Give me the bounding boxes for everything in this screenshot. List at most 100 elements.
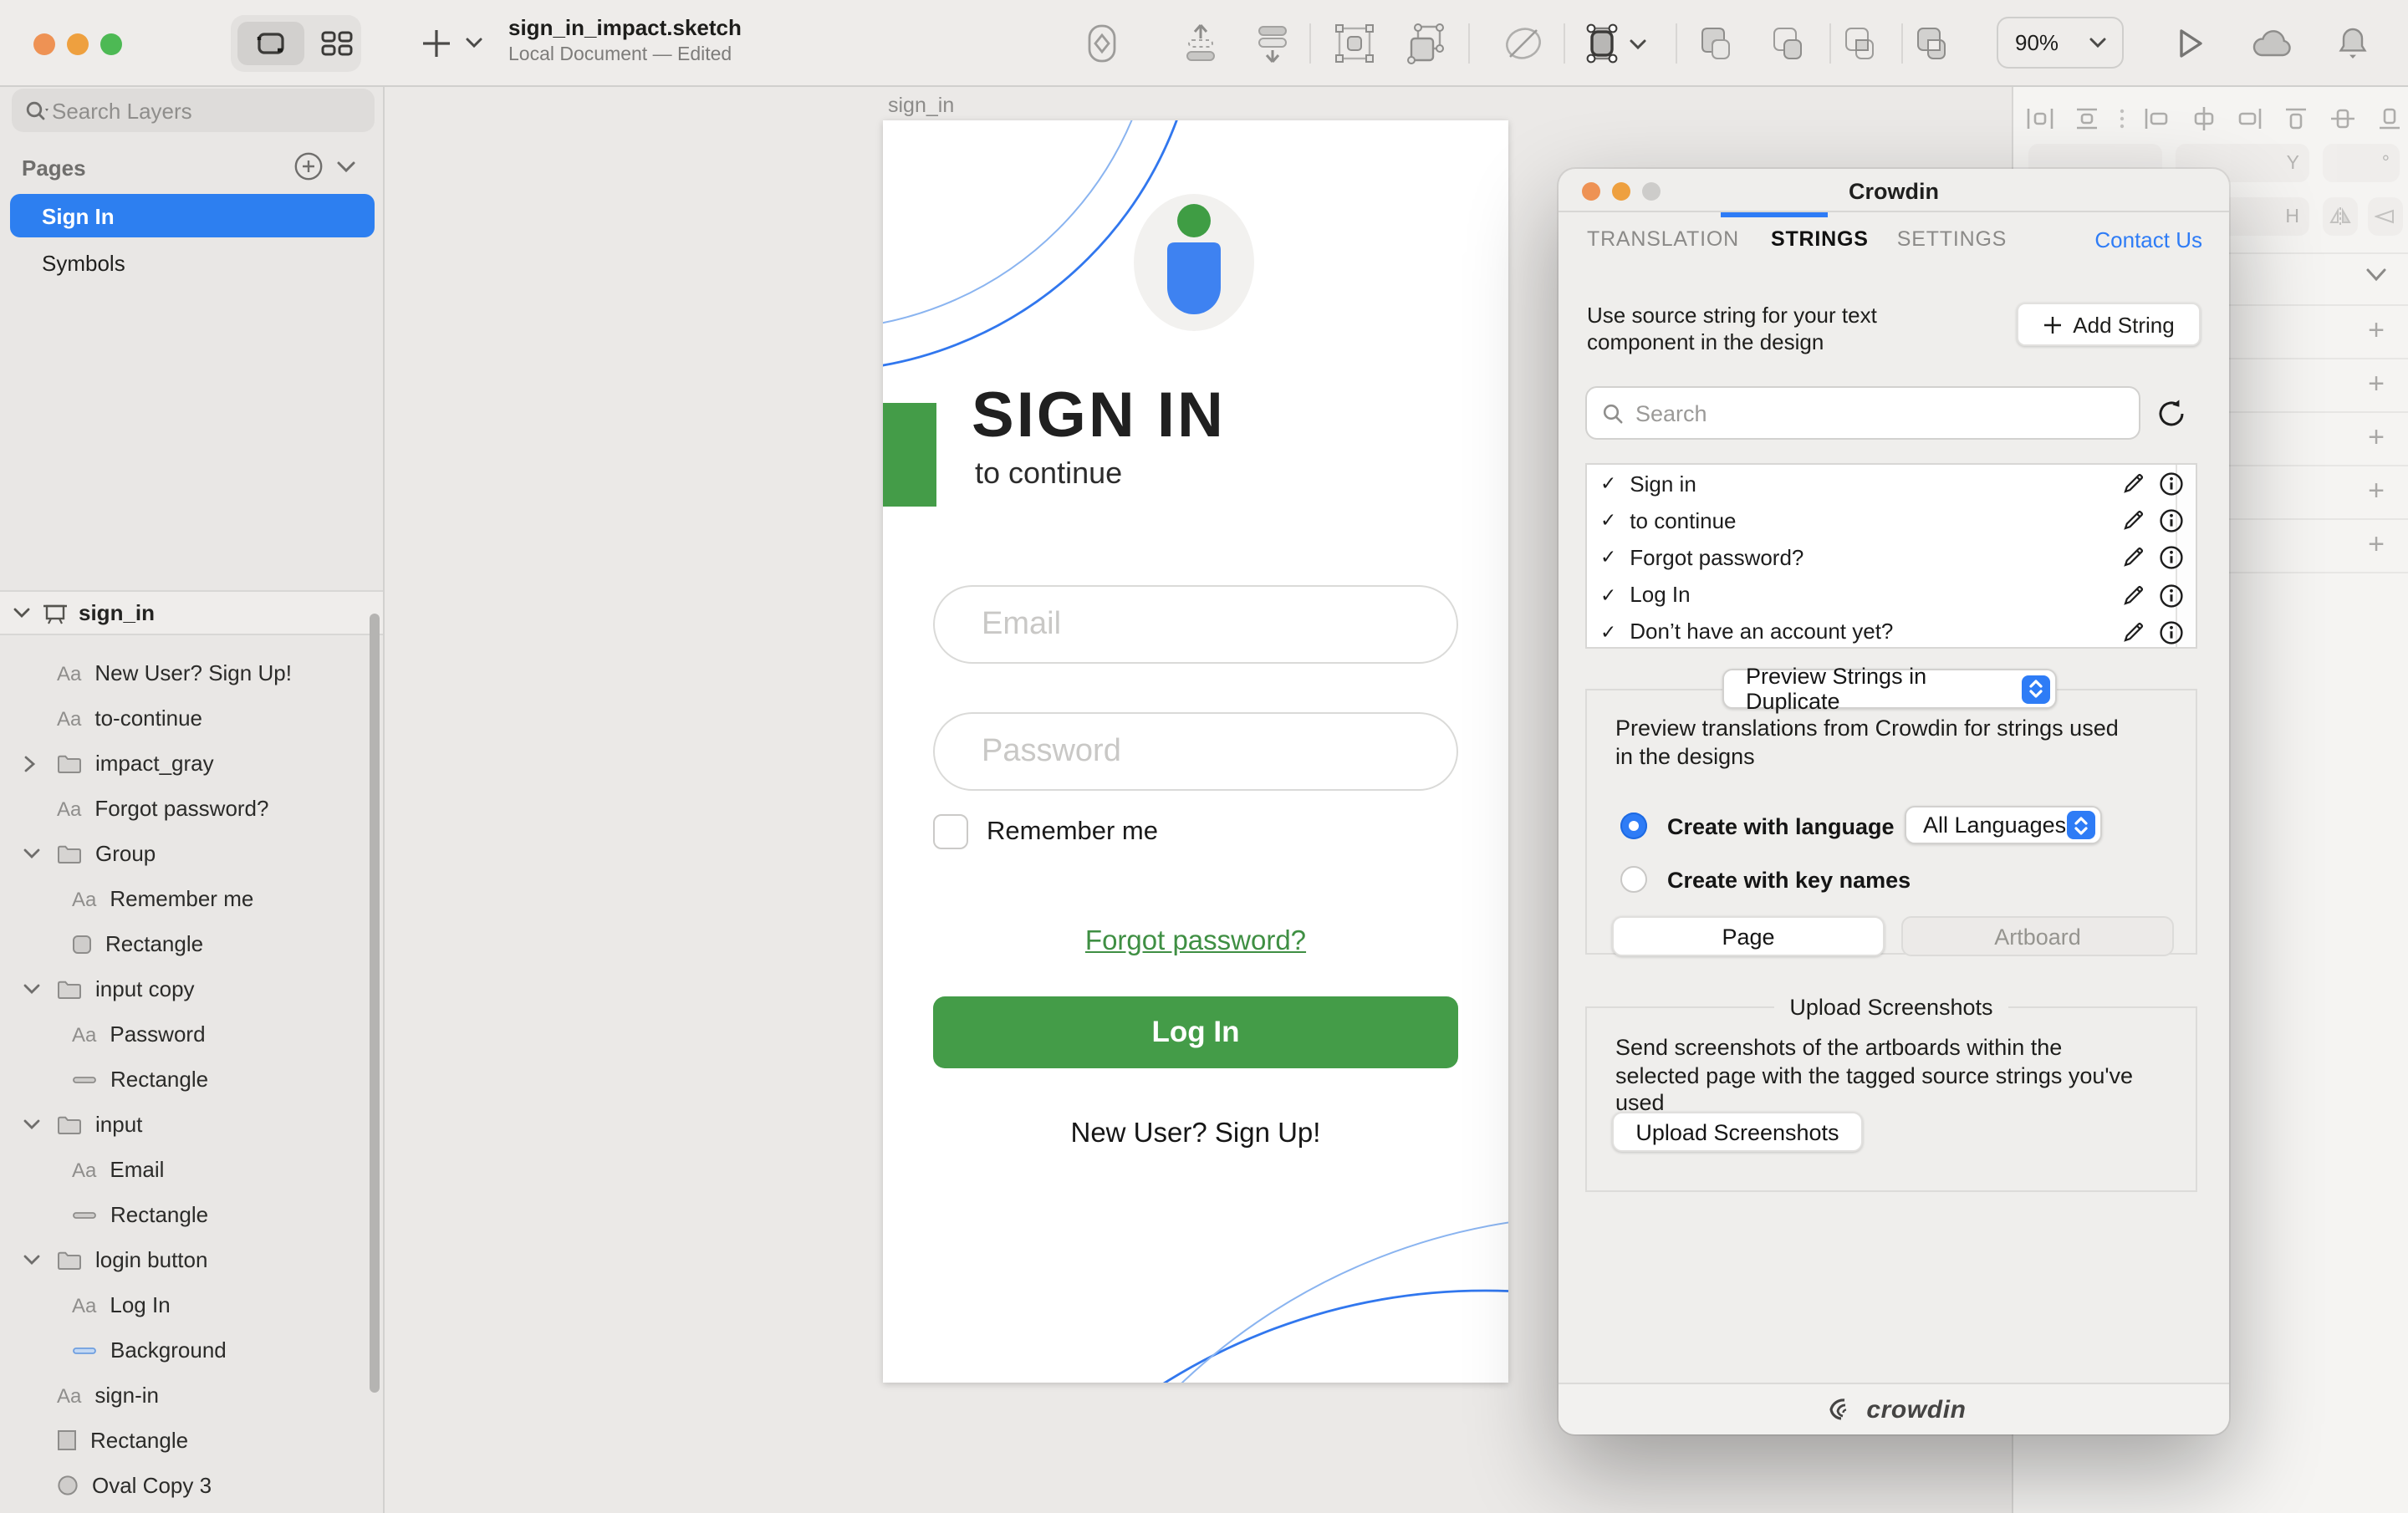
create-with-key-names-option[interactable]: Create with key names (1620, 866, 1911, 893)
layer-item[interactable]: AaEmail (0, 1147, 383, 1192)
section-collapse-chevron[interactable] (2365, 267, 2388, 283)
email-input[interactable] (982, 606, 1400, 643)
remember-me-checkbox[interactable] (933, 814, 968, 849)
crowdin-plugin-window[interactable]: Crowdin TRANSLATION STRINGS SETTINGS Con… (1559, 169, 2229, 1434)
zoom-window-icon[interactable] (100, 33, 122, 55)
string-row[interactable]: ✓Sign in (1587, 465, 2196, 502)
layer-item[interactable]: input (0, 1102, 383, 1147)
layer-item[interactable]: AaNew User? Sign Up! (0, 650, 383, 695)
distribute-vertically-icon[interactable] (2067, 104, 2107, 134)
layer-search-input[interactable] (52, 98, 319, 123)
preview-play-icon[interactable] (2167, 20, 2214, 67)
add-style-button[interactable]: + (2361, 316, 2391, 346)
insert-icon[interactable] (421, 28, 452, 59)
crowdin-search-field[interactable] (1585, 386, 2140, 440)
string-info-icon[interactable] (2159, 583, 2184, 616)
preview-strings-select[interactable]: Preview Strings in Duplicate (1722, 669, 2057, 709)
align-center-horizontal-icon[interactable] (2183, 104, 2223, 134)
log-in-button[interactable]: Log In (933, 996, 1458, 1068)
sign-up-text[interactable]: New User? Sign Up! (883, 1118, 1508, 1150)
cloud-sync-icon[interactable] (2249, 20, 2296, 67)
boolean-intersect-icon[interactable] (1836, 20, 1883, 67)
chevron-down-icon[interactable] (23, 847, 40, 860)
tab-translation[interactable]: TRANSLATION (1587, 227, 1739, 251)
layer-item[interactable]: Rectangle (0, 1192, 383, 1237)
layer-item[interactable]: Background (0, 1327, 383, 1373)
canvas-view-toggle[interactable] (237, 22, 304, 65)
string-info-icon[interactable] (2159, 546, 2184, 579)
crowdin-titlebar[interactable]: Crowdin (1559, 169, 2229, 212)
add-style-button[interactable]: + (2361, 530, 2391, 560)
boolean-union-icon[interactable] (1692, 20, 1739, 67)
add-style-button[interactable]: + (2361, 423, 2391, 453)
close-icon[interactable] (33, 33, 55, 55)
edit-string-icon[interactable] (2122, 546, 2145, 578)
edit-string-icon[interactable] (2122, 508, 2145, 540)
artboard-button[interactable]: Artboard (1901, 916, 2174, 956)
source-strings-list[interactable]: ✓Sign in ✓to continue ✓Forgot password? … (1585, 463, 2197, 649)
boolean-difference-icon[interactable] (1908, 20, 1955, 67)
create-symbol-icon[interactable] (1079, 20, 1125, 67)
string-info-icon[interactable] (2159, 508, 2184, 542)
edit-shape-icon[interactable] (1579, 20, 1625, 67)
tab-strings[interactable]: STRINGS (1771, 227, 1869, 251)
layer-item[interactable]: AaRemember me (0, 876, 383, 921)
align-middle-icon[interactable] (2323, 104, 2363, 134)
create-with-language-option[interactable]: Create with language (1620, 813, 1895, 839)
chevron-right-icon[interactable] (23, 755, 37, 772)
tab-settings[interactable]: SETTINGS (1897, 227, 2007, 251)
flip-vertical-button[interactable] (2368, 197, 2403, 236)
layer-item[interactable]: AaForgot password? (0, 786, 383, 831)
layer-item[interactable]: Aato-continue (0, 695, 383, 741)
sidebar-scrollbar[interactable] (370, 614, 380, 1393)
upload-screenshots-button[interactable]: Upload Screenshots (1612, 1112, 1863, 1152)
layer-item[interactable]: AaLog In (0, 1282, 383, 1327)
password-field[interactable] (933, 712, 1458, 791)
layer-item[interactable]: login button (0, 1237, 383, 1282)
string-info-icon[interactable] (2159, 471, 2184, 505)
layer-item[interactable]: impact_gray (0, 741, 383, 786)
grid-view-toggle[interactable] (314, 22, 358, 65)
contact-us-link[interactable]: Contact Us (2094, 227, 2202, 252)
artboard-title[interactable]: sign_in (888, 94, 954, 117)
layer-item[interactable]: Aasign-in (0, 1373, 383, 1418)
string-row[interactable]: ✓to continue (1587, 502, 2196, 538)
rotate-icon[interactable] (1500, 20, 1547, 67)
string-row[interactable]: ✓Don’t have an account yet? (1587, 614, 2196, 650)
add-style-button[interactable]: + (2361, 369, 2391, 400)
edit-string-icon[interactable] (2122, 620, 2145, 652)
add-style-button[interactable]: + (2361, 476, 2391, 507)
layer-item[interactable]: Rectangle (0, 1057, 383, 1102)
align-bottom-icon[interactable] (2370, 104, 2408, 134)
string-row[interactable]: ✓Forgot password? (1587, 539, 2196, 576)
radio-selected-icon[interactable] (1620, 813, 1647, 839)
crowdin-search-input[interactable] (1635, 400, 2070, 425)
rotation-field[interactable]: ° (2323, 144, 2400, 182)
edit-string-icon[interactable] (2122, 583, 2145, 614)
insert-chevron-icon[interactable] (465, 37, 483, 50)
add-string-button[interactable]: Add String (2017, 303, 2201, 346)
chevron-down-icon[interactable] (13, 606, 30, 619)
language-select[interactable]: All Languages (1905, 806, 2102, 844)
email-field[interactable] (933, 585, 1458, 664)
layer-item[interactable]: Group (0, 831, 383, 876)
layer-search-field[interactable] (12, 89, 375, 132)
password-input[interactable] (982, 733, 1400, 770)
bring-forward-icon[interactable] (1177, 20, 1224, 67)
radio-unselected-icon[interactable] (1620, 866, 1647, 893)
minimize-icon[interactable] (67, 33, 89, 55)
layer-item[interactable]: Rectangle (0, 921, 383, 966)
page-item-symbols[interactable]: Symbols (10, 241, 375, 284)
boolean-subtract-icon[interactable] (1764, 20, 1811, 67)
distribute-horizontally-icon[interactable] (2020, 104, 2060, 134)
chevron-down-icon[interactable] (23, 1253, 40, 1266)
layer-item[interactable]: Rectangle (0, 1418, 383, 1463)
edit-string-icon[interactable] (2122, 471, 2145, 503)
page-button[interactable]: Page (1612, 916, 1885, 956)
edit-shape-chevron-icon[interactable] (1629, 38, 1647, 52)
layer-item[interactable]: input copy (0, 966, 383, 1011)
pages-collapse-chevron[interactable] (336, 160, 356, 174)
add-page-icon[interactable] (294, 152, 323, 181)
align-top-icon[interactable] (2277, 104, 2317, 134)
align-left-icon[interactable] (2136, 104, 2176, 134)
